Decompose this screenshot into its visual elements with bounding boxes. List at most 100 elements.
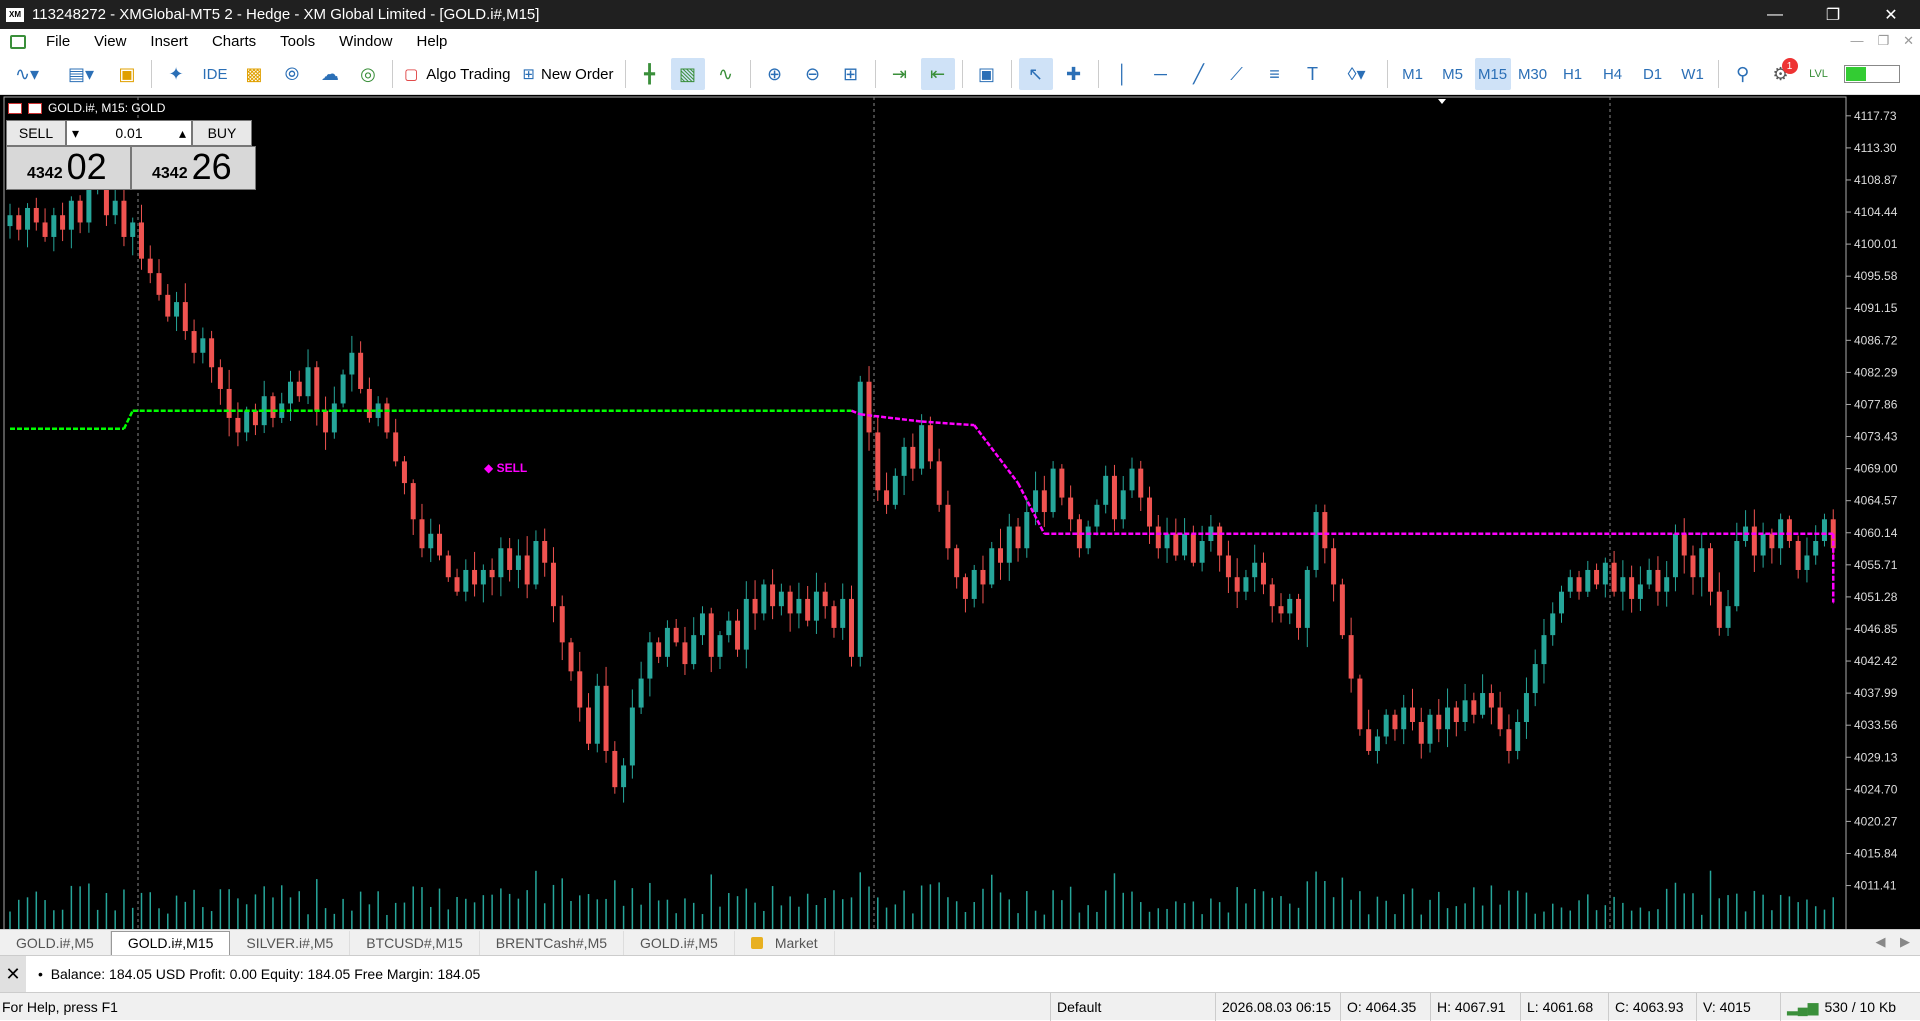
tab-btcusd-m15[interactable]: BTCUSD#,M15 bbox=[350, 930, 480, 955]
line-chart-icon[interactable]: ∿ bbox=[709, 58, 743, 90]
bar-chart-icon[interactable]: ╋ bbox=[633, 58, 667, 90]
child-close-icon[interactable]: ✕ bbox=[1903, 33, 1914, 49]
timeframe-m30[interactable]: M30 bbox=[1515, 58, 1551, 90]
horizontal-line-icon[interactable]: ─ bbox=[1144, 58, 1178, 90]
candle-body bbox=[1804, 555, 1810, 570]
crosshair-icon[interactable]: ✚ bbox=[1057, 58, 1091, 90]
market-bag-icon[interactable]: ▩ bbox=[237, 58, 271, 90]
zoom-in-icon[interactable]: ⊕ bbox=[758, 58, 792, 90]
candle-body bbox=[1795, 541, 1801, 570]
menu-view[interactable]: View bbox=[82, 33, 138, 50]
status-profile: Default bbox=[1050, 993, 1215, 1021]
tab-gold-m5-2[interactable]: GOLD.i#,M5 bbox=[624, 930, 735, 955]
timeframe-d1[interactable]: D1 bbox=[1635, 58, 1671, 90]
maximize-button[interactable]: ❐ bbox=[1804, 0, 1862, 29]
tab-gold-m15[interactable]: GOLD.i#,M15 bbox=[110, 930, 231, 955]
candle-body bbox=[1471, 700, 1477, 715]
status-bar: For Help, press F1 Default 2026.08.03 06… bbox=[0, 992, 1920, 1021]
search-icon[interactable]: ⚲ bbox=[1726, 58, 1760, 90]
notifications-icon[interactable]: ⚙ 1 bbox=[1764, 58, 1798, 90]
chart-shift-icon[interactable]: ⇤ bbox=[920, 58, 955, 90]
tab-gold-m5[interactable]: GOLD.i#,M5 bbox=[0, 930, 111, 955]
zoom-out-icon[interactable]: ⊖ bbox=[796, 58, 830, 90]
toolbox-close-button[interactable]: ✕ bbox=[0, 956, 26, 992]
timeframe-m15[interactable]: M15 bbox=[1474, 58, 1511, 90]
vps-icon[interactable]: ⦾ bbox=[275, 58, 309, 90]
child-restore-icon[interactable]: ❐ bbox=[1877, 33, 1889, 49]
tab-scroll-arrows[interactable]: ◀ ▶ bbox=[1876, 934, 1910, 950]
menu-charts[interactable]: Charts bbox=[200, 33, 268, 50]
cloud-icon[interactable]: ☁ bbox=[313, 58, 347, 90]
timeframe-h1[interactable]: H1 bbox=[1555, 58, 1591, 90]
buy-button[interactable]: BUY bbox=[192, 120, 252, 146]
candle-body bbox=[121, 200, 127, 237]
timeframe-m5[interactable]: M5 bbox=[1435, 58, 1471, 90]
candle-body bbox=[1120, 490, 1126, 520]
tab-market[interactable]: Market bbox=[735, 930, 835, 955]
candle-body bbox=[1041, 490, 1047, 513]
timeframe-h4[interactable]: H4 bbox=[1595, 58, 1631, 90]
sell-price-box[interactable]: 4342 02 bbox=[6, 146, 131, 190]
menu-file[interactable]: File bbox=[34, 33, 82, 50]
price-tick-label: 4108.87 bbox=[1854, 173, 1898, 187]
auto-scroll-icon[interactable]: ⇥ bbox=[883, 58, 917, 90]
timeframe-m1[interactable]: M1 bbox=[1395, 58, 1431, 90]
sell-button[interactable]: SELL bbox=[6, 120, 66, 146]
candle-body bbox=[454, 577, 460, 592]
menu-insert[interactable]: Insert bbox=[138, 33, 200, 50]
chart-templates-icon[interactable]: ▤▾ bbox=[56, 58, 106, 90]
indicators-dropdown-icon[interactable]: ∿▾ bbox=[2, 58, 52, 90]
algo-trading-button[interactable]: ▢ Algo Trading bbox=[400, 58, 514, 90]
tile-windows-icon[interactable]: ⊞ bbox=[834, 58, 868, 90]
candle-body bbox=[1453, 707, 1459, 723]
candle-body bbox=[1366, 729, 1372, 751]
chart-window[interactable]: 4117.73 4113.30 4108.87 4104.44 4100.01 4095.… bbox=[0, 95, 1920, 929]
tab-silver-m5[interactable]: SILVER.i#,M5 bbox=[230, 930, 351, 955]
candle-body bbox=[1751, 526, 1757, 556]
menu-tools[interactable]: Tools bbox=[268, 33, 327, 50]
minimize-button[interactable]: — bbox=[1746, 0, 1804, 29]
buy-price-box[interactable]: 4342 26 bbox=[131, 146, 256, 190]
candlestick-chart-icon[interactable]: ▧ bbox=[670, 58, 705, 90]
candle-body bbox=[717, 635, 723, 657]
chart-canvas[interactable]: 4117.73 4113.30 4108.87 4104.44 4100.01 4095.… bbox=[0, 95, 1920, 929]
candle-body bbox=[1734, 541, 1740, 607]
cursor-icon[interactable]: ↖ bbox=[1018, 58, 1053, 90]
candle-body bbox=[1620, 577, 1626, 592]
volume-decrease-icon[interactable]: ▾ bbox=[67, 125, 84, 142]
text-tool-icon[interactable]: T bbox=[1296, 58, 1330, 90]
dollar-icon[interactable]: ▣ bbox=[110, 58, 144, 90]
candle-body bbox=[813, 591, 819, 621]
new-order-button[interactable]: ⊞ New Order bbox=[518, 58, 617, 90]
candle-body bbox=[1716, 591, 1722, 628]
menu-window[interactable]: Window bbox=[327, 33, 404, 50]
globe-add-icon[interactable]: ◎ bbox=[351, 58, 385, 90]
child-minimize-icon[interactable]: — bbox=[1850, 33, 1863, 49]
tab-brentcash-m5[interactable]: BRENTCash#,M5 bbox=[480, 930, 625, 955]
candle-body bbox=[401, 461, 407, 484]
shapes-dropdown-icon[interactable]: ◊▾ bbox=[1334, 58, 1380, 90]
vertical-line-icon[interactable]: │ bbox=[1106, 58, 1140, 90]
candle-body bbox=[480, 569, 486, 585]
fibonacci-icon[interactable]: ≡ bbox=[1258, 58, 1292, 90]
volume-input[interactable]: ▾ 0.01 ▴ bbox=[66, 120, 192, 146]
candle-body bbox=[699, 613, 705, 636]
lvl-icon[interactable]: LVL bbox=[1802, 58, 1836, 90]
candle-body bbox=[1103, 475, 1109, 505]
candle-body bbox=[1190, 533, 1196, 563]
trendline-icon[interactable]: ╱ bbox=[1182, 58, 1216, 90]
candle-body bbox=[568, 642, 574, 672]
volume-increase-icon[interactable]: ▴ bbox=[174, 125, 191, 142]
chart-tabs: GOLD.i#,M5 GOLD.i#,M15 SILVER.i#,M5 BTCU… bbox=[0, 929, 1920, 955]
candle-body bbox=[1304, 569, 1310, 628]
ide-button[interactable]: IDE bbox=[197, 58, 233, 90]
timeframe-w1[interactable]: W1 bbox=[1675, 58, 1711, 90]
screenshot-icon[interactable]: ▣ bbox=[970, 58, 1004, 90]
candle-body bbox=[1515, 722, 1521, 751]
close-button[interactable]: ✕ bbox=[1862, 0, 1920, 29]
window-title: 113248272 - XMGlobal-MT5 2 - Hedge - XM … bbox=[32, 6, 540, 23]
one-click-trading-panel: SELL ▾ 0.01 ▴ BUY 4342 02 4342 26 bbox=[6, 120, 256, 190]
signals-icon[interactable]: ✦ bbox=[159, 58, 193, 90]
channel-icon[interactable]: ⟋ bbox=[1220, 58, 1254, 90]
menu-help[interactable]: Help bbox=[405, 33, 460, 50]
